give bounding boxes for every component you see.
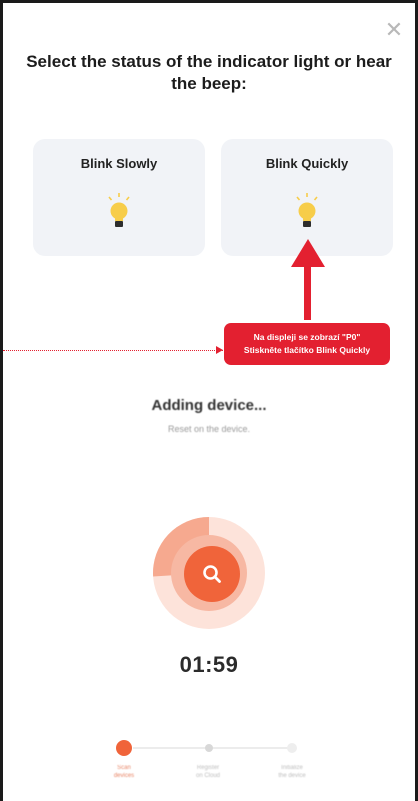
annotation-dotted-arrow: [216, 346, 223, 354]
option-label: Blink Quickly: [265, 156, 349, 171]
callout-line-1: Na displeji se zobrazí "P0": [253, 332, 361, 342]
blink-slowly-option[interactable]: Blink Slowly: [33, 139, 205, 256]
step-label-register: Register on Cloud: [195, 765, 221, 779]
callout-line-2: Stiskněte tlačítko Blink Quickly: [243, 345, 371, 355]
step-indicator-register: [205, 744, 213, 752]
light-bulb-icon: [296, 193, 318, 227]
close-icon: ✕: [384, 17, 404, 42]
search-icon: [203, 565, 221, 583]
annotation-callout: Na displeji se zobrazí "P0" Stiskněte tl…: [224, 323, 390, 365]
annotation-arrow-shaft: [304, 265, 311, 320]
adding-device-subtitle: Reset on the device.: [167, 424, 251, 434]
annotation-arrow-head: [291, 239, 325, 267]
countdown-timer: 01:59: [179, 652, 239, 677]
step-indicator-initialize: [287, 743, 297, 753]
steps-track: [133, 747, 293, 749]
adding-device-title: Adding device...: [151, 397, 267, 414]
close-button[interactable]: ✕: [383, 19, 405, 41]
light-bulb-icon: [108, 193, 130, 227]
dialog-title: Select the status of the indicator light…: [26, 52, 392, 93]
search-button[interactable]: [184, 546, 240, 602]
option-label: Blink Slowly: [80, 156, 158, 171]
app-screen: ✕ Select the status of the indicator lig…: [0, 0, 418, 801]
step-indicator-scan: [116, 740, 132, 756]
step-label-initialize: Initialize the device: [278, 765, 306, 779]
step-label-scan: Scan devices: [113, 765, 135, 779]
annotation-dotted-line: [3, 350, 223, 351]
